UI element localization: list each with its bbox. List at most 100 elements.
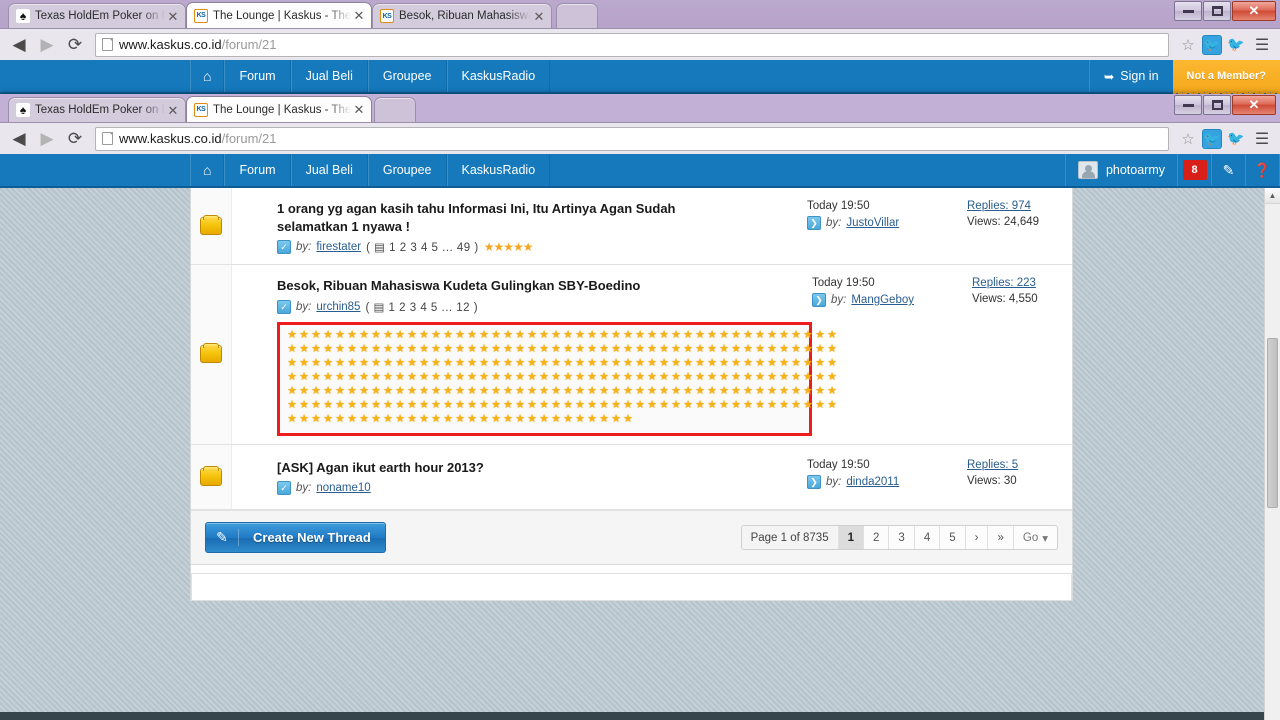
close-button[interactable]: ✕ [1232,1,1276,21]
nav-item-kaskusradio[interactable]: KaskusRadio [446,60,551,92]
thread-page-links[interactable]: ( ▤ 1 2 3 4 5 ... 12 ) [365,300,478,314]
replies-link[interactable]: Replies: 223 [972,277,1065,289]
maximize-button[interactable] [1203,1,1231,21]
close-icon[interactable]: ✕ [351,8,367,24]
minimize-button[interactable] [1174,95,1202,115]
nav-item-jual-beli[interactable]: Jual Beli [290,154,368,186]
go-to-page-dropdown[interactable]: Go ▾ [1014,526,1057,549]
back-icon[interactable]: ◀ [6,32,32,58]
star-icon: ★ [323,356,333,369]
notifications-badge-cell[interactable]: 8 [1178,154,1212,186]
star-icon: ★ [299,398,309,411]
arrow-icon[interactable]: ❯ [807,216,821,230]
user-menu[interactable]: photoarmy [1064,154,1178,186]
twitter-bird-icon[interactable]: 🐦 [1224,127,1248,151]
minimize-button[interactable] [1174,1,1202,21]
check-icon[interactable]: ✓ [277,481,291,496]
browser-tab-active[interactable]: KS The Lounge | Kaskus - The ✕ [186,2,372,28]
help-icon[interactable]: ❓ [1246,154,1280,186]
browser-menu-icon[interactable]: ☰ [1250,33,1274,57]
create-new-thread-button[interactable]: ✎ Create New Thread [205,522,386,554]
check-icon[interactable]: ✓ [277,240,291,255]
back-icon[interactable]: ◀ [6,126,32,152]
last-page-icon[interactable]: » [988,526,1014,550]
sign-in-button[interactable]: ➥ Sign in [1088,60,1173,92]
reload-icon[interactable]: ⟳ [62,126,88,152]
page-button-5[interactable]: 5 [940,526,966,550]
forward-icon[interactable]: ▶ [34,32,60,58]
star-icon: ★ [539,342,549,355]
nav-item-kaskusradio[interactable]: KaskusRadio [446,154,551,186]
thread-page-links[interactable]: ( ▤ 1 2 3 4 5 ... 49 ) [366,240,479,254]
browser-tab-active[interactable]: KS The Lounge | Kaskus - The ✕ [186,96,372,122]
pagination: Page 1 of 8735 1 2 3 4 5 › » Go ▾ [740,525,1058,551]
content-spacer-bar [191,573,1072,602]
page-button-1[interactable]: 1 [838,526,864,550]
maximize-button[interactable] [1203,95,1231,115]
address-bar[interactable]: www.kaskus.co.id/forum/21 [95,126,1169,151]
browser-tab[interactable]: ♠ Texas HoldEm Poker on Fa ✕ [8,3,186,28]
thread-author-link[interactable]: firestater [316,241,361,253]
thread-last-post: Today 19:50 ❯ by: dinda2011 [807,459,967,510]
close-icon[interactable]: ✕ [531,8,547,24]
close-icon[interactable]: ✕ [165,102,181,118]
star-icon: ★ [527,384,537,397]
browser-tab[interactable]: KS Besok, Ribuan Mahasiswa ✕ [372,3,552,28]
last-poster-link[interactable]: JustoVillar [846,217,899,229]
close-button[interactable]: ✕ [1232,95,1276,115]
address-bar[interactable]: www.kaskus.co.id/forum/21 [95,32,1169,57]
table-row[interactable]: Besok, Ribuan Mahasiswa Kudeta Gulingkan… [191,265,1072,445]
nav-item-groupee[interactable]: Groupee [367,60,447,92]
table-row[interactable]: [ASK] Agan ikut earth hour 2013? ✓ by: n… [191,444,1072,511]
nav-item-forum[interactable]: Forum [224,60,291,92]
next-page-icon[interactable]: › [966,526,989,550]
home-icon[interactable]: ⌂ [190,154,225,186]
page-button-3[interactable]: 3 [889,526,915,550]
new-tab-button[interactable] [374,97,416,122]
new-tab-button[interactable] [556,3,598,28]
last-poster-link[interactable]: dinda2011 [846,476,899,488]
close-icon[interactable]: ✕ [165,8,181,24]
bookmark-star-icon[interactable]: ☆ [1176,34,1200,56]
twitter-icon[interactable]: 🐦 [1202,34,1222,55]
last-poster-link[interactable]: MangGeboy [851,294,914,306]
star-icon: ★ [647,328,657,341]
nav-item-jual-beli[interactable]: Jual Beli [290,60,368,92]
twitter-bird-icon[interactable]: 🐦 [1224,33,1248,57]
nav-item-forum[interactable]: Forum [224,154,291,186]
table-row[interactable]: 1 orang yg agan kasih tahu Informasi Ini… [191,188,1072,266]
forward-icon[interactable]: ▶ [34,126,60,152]
page-button-2[interactable]: 2 [864,526,890,550]
not-a-member-badge[interactable]: Not a Member? [1172,60,1280,100]
star-icon: ★ [611,384,621,397]
scroll-up-icon[interactable]: ▲ [1265,188,1280,204]
browser-tab[interactable]: ♠ Texas HoldEm Poker on Fa ✕ [8,97,186,122]
star-icon: ★ [287,398,297,411]
scrollbar-thumb[interactable] [1267,338,1278,508]
pencil-icon[interactable]: ✎ [1212,154,1246,186]
thread-author-link[interactable]: noname10 [316,482,370,494]
thread-title[interactable]: Besok, Ribuan Mahasiswa Kudeta Gulingkan… [277,277,747,295]
thread-author-link[interactable]: urchin85 [316,301,360,313]
star-icon: ★ [383,370,393,383]
replies-link[interactable]: Replies: 974 [967,200,1060,212]
bookmark-star-icon[interactable]: ☆ [1176,128,1200,150]
browser-window-foreground[interactable]: ♠ Texas HoldEm Poker on Fa ✕ KS The Loun… [0,94,1280,720]
arrow-icon[interactable]: ❯ [812,293,826,308]
arrow-icon[interactable]: ❯ [807,474,821,489]
reload-icon[interactable]: ⟳ [62,32,88,58]
replies-link[interactable]: Replies: 5 [967,459,1060,471]
star-icon: ★ [767,342,777,355]
twitter-icon[interactable]: 🐦 [1202,128,1222,149]
page-scrollbar[interactable]: ▲ [1264,188,1280,720]
thread-title[interactable]: [ASK] Agan ikut earth hour 2013? [277,459,747,477]
close-icon[interactable]: ✕ [351,102,367,118]
star-icon: ★ [647,370,657,383]
page-button-4[interactable]: 4 [915,526,941,550]
thread-title[interactable]: 1 orang yg agan kasih tahu Informasi Ini… [277,200,747,235]
browser-window-background[interactable]: ♠ Texas HoldEm Poker on Fa ✕ KS The Loun… [0,0,1280,100]
check-icon[interactable]: ✓ [277,299,291,314]
home-icon[interactable]: ⌂ [190,60,225,92]
nav-item-groupee[interactable]: Groupee [367,154,447,186]
browser-menu-icon[interactable]: ☰ [1250,127,1274,151]
